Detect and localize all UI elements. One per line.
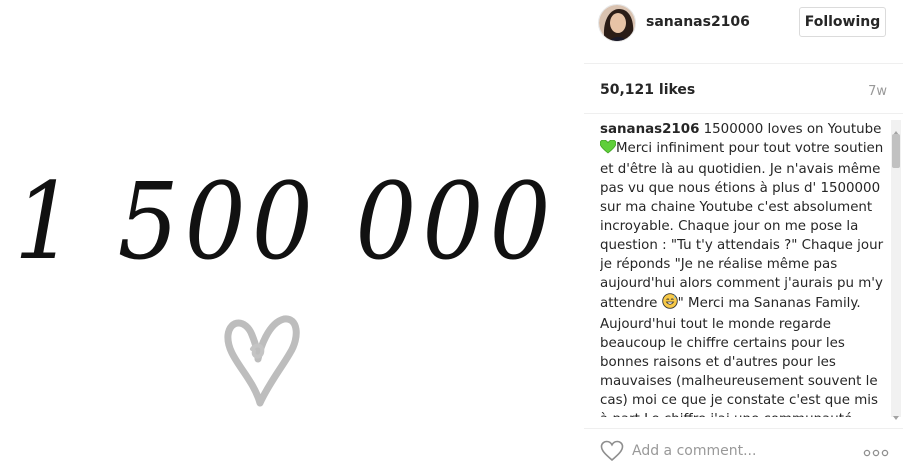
- following-button[interactable]: Following: [799, 7, 886, 37]
- like-heart-icon[interactable]: [600, 440, 624, 462]
- post-header: sananas2106 Following: [584, 0, 903, 46]
- more-options-icon[interactable]: [863, 444, 889, 457]
- green-heart-icon: [600, 139, 617, 160]
- caption-part-1: 1500000 loves on Youtube: [699, 122, 882, 137]
- drawn-heart-icon: [212, 305, 307, 415]
- caption-scrollbar[interactable]: [891, 120, 901, 420]
- post-age[interactable]: 7w: [868, 84, 887, 99]
- caption-part-3: " Merci ma Sananas Family. Aujourd'hui t…: [600, 296, 878, 417]
- caption-text: sananas2106 1500000 loves on Youtube Mer…: [600, 120, 885, 417]
- scrollbar-thumb[interactable]: [892, 134, 900, 168]
- caption-username[interactable]: sananas2106: [600, 122, 699, 137]
- likes-count[interactable]: 50,121 likes: [600, 82, 695, 98]
- scroll-down-arrow-icon[interactable]: [892, 407, 900, 420]
- sweat-smile-emoji-icon: [661, 293, 678, 315]
- comment-divider: [584, 428, 903, 429]
- stats-divider: [584, 113, 903, 114]
- add-comment-input[interactable]: [632, 440, 842, 462]
- caption-part-2: Merci infiniment pour tout votre soutien…: [600, 141, 884, 311]
- scroll-up-arrow-icon[interactable]: [892, 122, 900, 135]
- header-divider: [584, 63, 903, 64]
- comment-bar: [584, 436, 903, 464]
- post-author-username[interactable]: sananas2106: [646, 14, 750, 30]
- caption-container: sananas2106 1500000 loves on Youtube Mer…: [600, 120, 885, 417]
- post-side-panel: sananas2106 Following 50,121 likes 7w sa…: [584, 0, 903, 464]
- post-image: 1 500 000: [0, 0, 584, 464]
- image-number-text: 1 500 000: [14, 160, 557, 284]
- avatar[interactable]: [598, 4, 636, 42]
